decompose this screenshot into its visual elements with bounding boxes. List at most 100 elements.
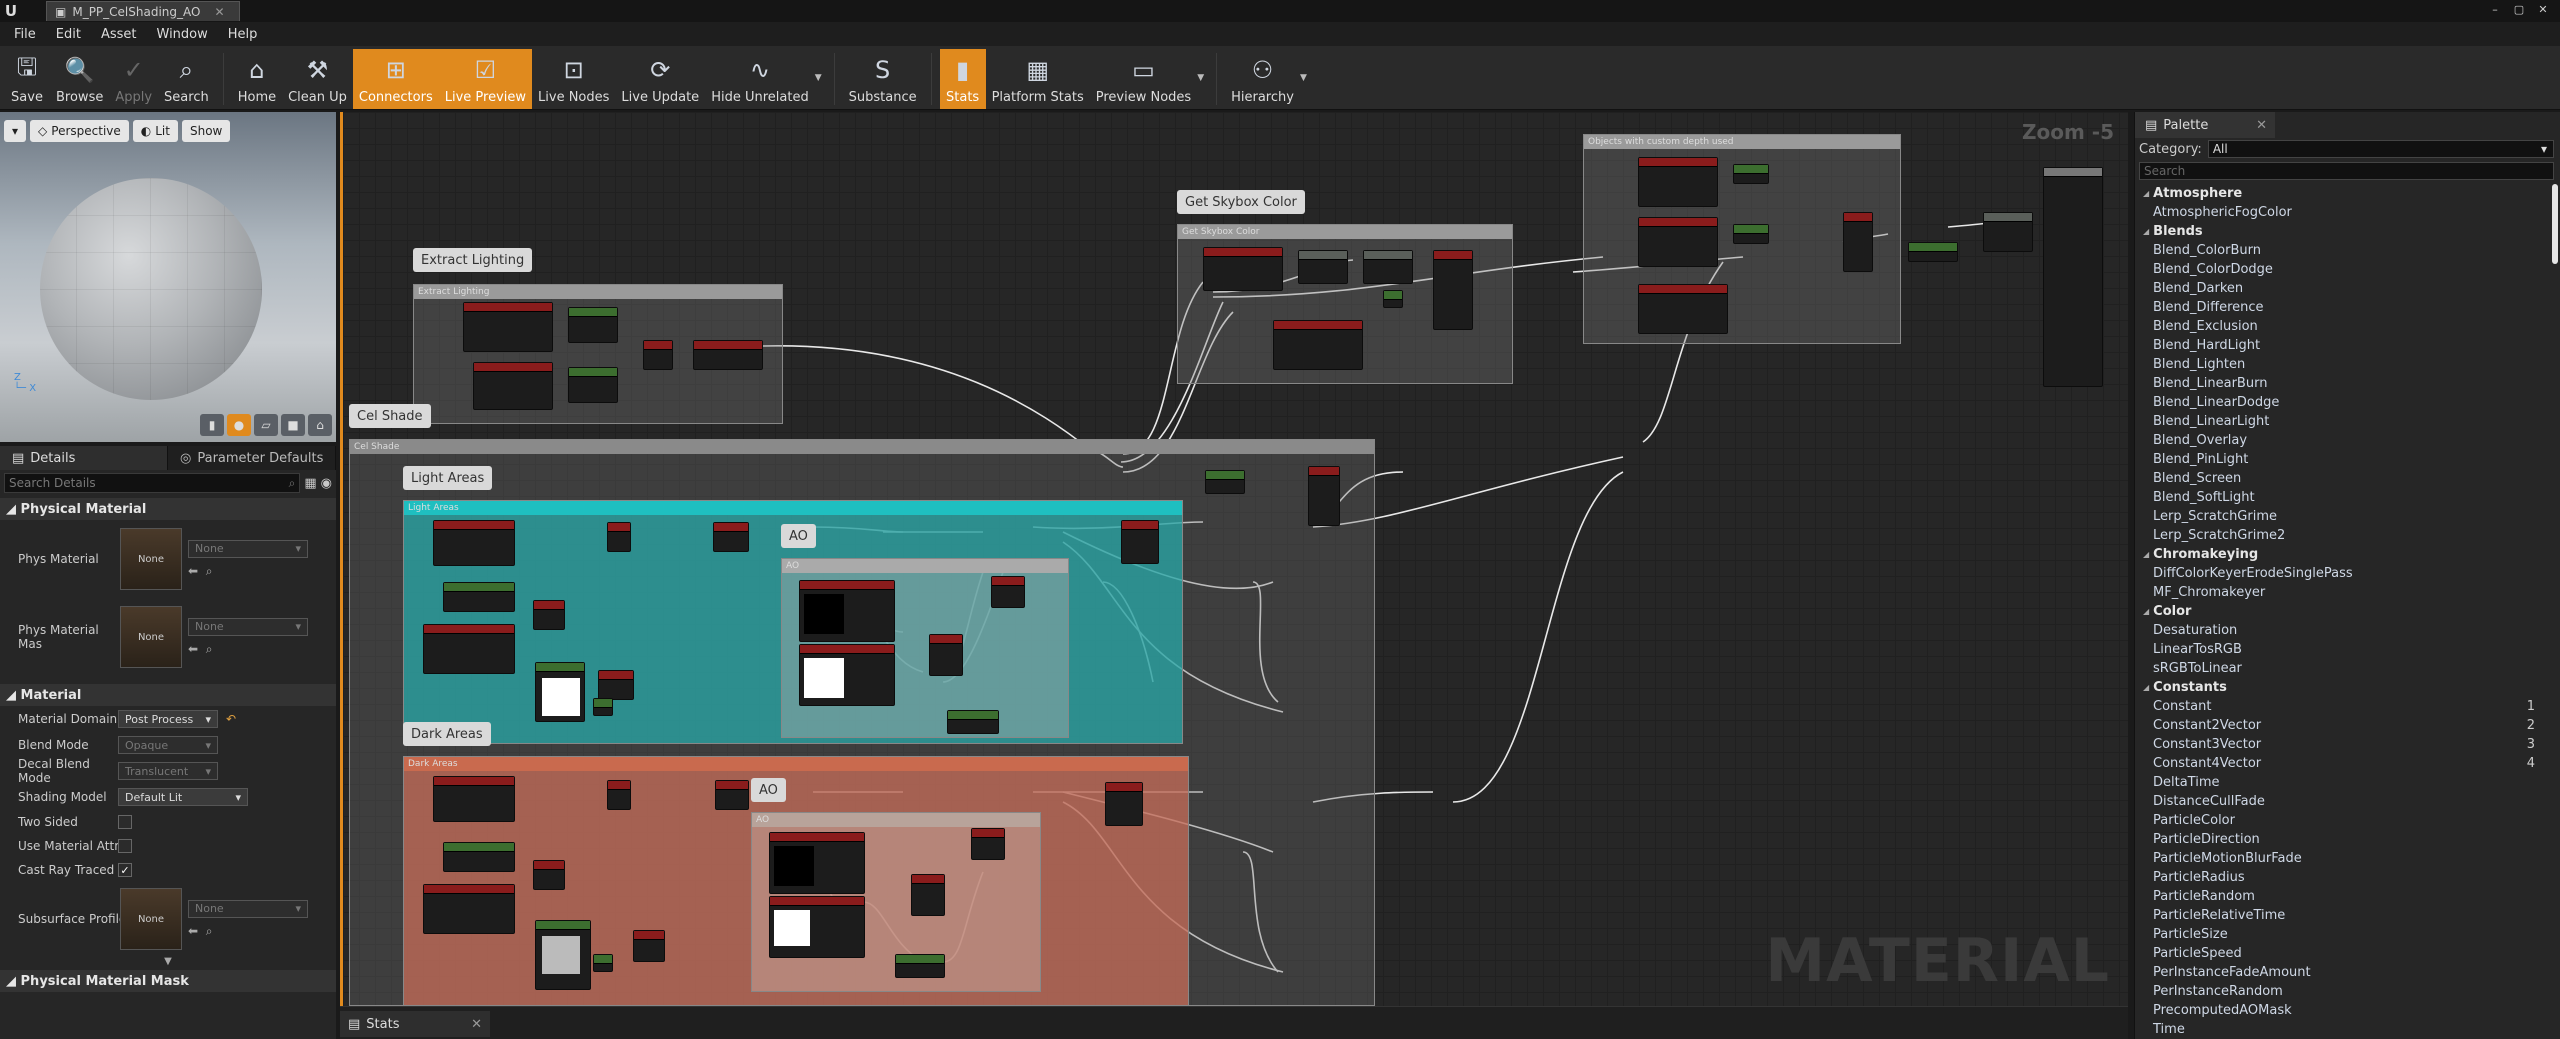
palette-item[interactable]: MF_Chromakeyer bbox=[2135, 583, 2545, 602]
material-node[interactable] bbox=[433, 776, 515, 822]
palette-category[interactable]: Blends bbox=[2135, 222, 2545, 241]
palette-category[interactable]: Constants bbox=[2135, 678, 2545, 697]
browse-icon[interactable]: ⌕ bbox=[206, 924, 213, 938]
material-node[interactable] bbox=[1638, 157, 1718, 207]
grid-view-icon[interactable]: ▦ bbox=[304, 476, 316, 491]
preview-nodes-dropdown-icon[interactable]: ▼ bbox=[1197, 73, 1204, 83]
cylinder-preview-icon[interactable]: ▮ bbox=[200, 414, 224, 436]
browse-icon[interactable]: ⌕ bbox=[206, 642, 213, 656]
material-node[interactable] bbox=[1908, 242, 1958, 262]
phys-material-mask-dropdown[interactable]: None ▾ bbox=[188, 617, 308, 636]
palette-item[interactable]: Blend_Darken bbox=[2135, 279, 2545, 298]
palette-category[interactable]: Color bbox=[2135, 602, 2545, 621]
palette-item[interactable]: Blend_Exclusion bbox=[2135, 317, 2545, 336]
material-node[interactable] bbox=[799, 580, 895, 642]
material-node[interactable] bbox=[1205, 470, 1245, 494]
material-node[interactable] bbox=[568, 307, 618, 343]
palette-item[interactable]: AtmosphericFogColor bbox=[2135, 203, 2545, 222]
hide-unrelated-dropdown-icon[interactable]: ▼ bbox=[815, 73, 822, 83]
tab-details[interactable]: ▤ Details bbox=[0, 446, 168, 470]
palette-list[interactable]: Atmosphere AtmosphericFogColor Blends Blend… bbox=[2135, 184, 2545, 1039]
material-node[interactable] bbox=[1105, 782, 1143, 826]
palette-item[interactable]: Constant 1 bbox=[2135, 697, 2545, 716]
palette-item[interactable]: DiffColorKeyerErodeSinglePass bbox=[2135, 564, 2545, 583]
live-update-button[interactable]: ⟳ Live Update bbox=[615, 49, 705, 109]
section-physical-material-mask[interactable]: ◢ Physical Material Mask bbox=[0, 970, 336, 992]
material-node[interactable] bbox=[533, 860, 565, 890]
material-node[interactable] bbox=[535, 920, 591, 990]
material-node[interactable] bbox=[473, 362, 553, 410]
subsurface-profile-thumbnail[interactable]: None bbox=[120, 888, 182, 950]
material-node[interactable] bbox=[443, 582, 515, 612]
palette-item[interactable]: ParticleDirection bbox=[2135, 830, 2545, 849]
palette-item[interactable]: Blend_Difference bbox=[2135, 298, 2545, 317]
use-material-attributes-checkbox[interactable] bbox=[118, 839, 132, 853]
palette-item[interactable]: Blend_ColorDodge bbox=[2135, 260, 2545, 279]
material-graph[interactable]: Zoom -5 Extract Lighting Extract Lightin… bbox=[340, 112, 2128, 1006]
reset-icon[interactable]: ↶ bbox=[226, 712, 236, 726]
material-node[interactable] bbox=[693, 340, 763, 370]
viewport-options-button[interactable]: ▾ bbox=[4, 120, 27, 142]
palette-item[interactable]: sRGBToLinear bbox=[2135, 659, 2545, 678]
palette-category[interactable]: Atmosphere bbox=[2135, 184, 2545, 203]
material-node[interactable] bbox=[895, 954, 945, 978]
section-physical-material[interactable]: ◢ Physical Material bbox=[0, 498, 336, 520]
home-button[interactable]: ⌂ Home bbox=[232, 49, 282, 109]
apply-button[interactable]: ✓ Apply bbox=[109, 49, 158, 109]
material-node[interactable] bbox=[1383, 290, 1403, 308]
hide-unrelated-button[interactable]: ∿ Hide Unrelated bbox=[705, 49, 815, 109]
material-node[interactable] bbox=[911, 874, 945, 916]
material-node[interactable] bbox=[423, 884, 515, 934]
plane-preview-icon[interactable]: ▱ bbox=[254, 414, 278, 436]
material-node[interactable] bbox=[643, 340, 673, 370]
material-node[interactable] bbox=[715, 780, 749, 810]
cel-shade-bubble[interactable]: Cel Shade bbox=[349, 404, 431, 428]
platform-stats-button[interactable]: ▦ Platform Stats bbox=[986, 49, 1090, 109]
material-node[interactable] bbox=[1983, 212, 2033, 252]
palette-item[interactable]: Blend_LinearLight bbox=[2135, 412, 2545, 431]
material-node[interactable] bbox=[769, 896, 865, 958]
palette-item[interactable]: ParticleMotionBlurFade bbox=[2135, 849, 2545, 868]
material-node[interactable] bbox=[1273, 320, 1363, 370]
palette-item[interactable]: Blend_LinearDodge bbox=[2135, 393, 2545, 412]
tab-stats[interactable]: ▤ Stats ✕ bbox=[340, 1011, 490, 1037]
palette-item[interactable]: PerInstanceRandom bbox=[2135, 982, 2545, 1001]
palette-item[interactable]: Lerp_ScratchGrime2 bbox=[2135, 526, 2545, 545]
material-node[interactable] bbox=[991, 576, 1025, 608]
browse-button[interactable]: 🔍 Browse bbox=[50, 49, 109, 109]
sphere-preview-icon[interactable]: ● bbox=[227, 414, 251, 436]
palette-item[interactable]: PerInstanceFadeAmount bbox=[2135, 963, 2545, 982]
cleanup-button[interactable]: ⚒ Clean Up bbox=[282, 49, 353, 109]
palette-item[interactable]: ParticleRandom bbox=[2135, 887, 2545, 906]
palette-category[interactable]: Chromakeying bbox=[2135, 545, 2545, 564]
menu-help[interactable]: Help bbox=[220, 27, 266, 42]
material-node[interactable] bbox=[1308, 466, 1340, 526]
material-domain-dropdown[interactable]: Post Process ▾ bbox=[118, 710, 218, 728]
material-node[interactable] bbox=[799, 644, 895, 706]
material-node[interactable] bbox=[769, 832, 865, 894]
save-button[interactable]: 🖫 Save bbox=[4, 49, 50, 109]
search-details-input[interactable]: Search Details ⌕ bbox=[4, 473, 301, 493]
show-button[interactable]: Show bbox=[181, 120, 231, 142]
live-preview-button[interactable]: ☑ Live Preview bbox=[438, 49, 533, 109]
phys-material-dropdown[interactable]: None ▾ bbox=[188, 539, 308, 558]
perspective-button[interactable]: ◇ Perspective bbox=[30, 120, 129, 142]
palette-search-input[interactable]: Search bbox=[2139, 162, 2554, 180]
decal-blend-mode-dropdown[interactable]: Translucent ▾ bbox=[118, 762, 218, 780]
palette-item[interactable]: LinearTosRGB bbox=[2135, 640, 2545, 659]
material-node[interactable] bbox=[593, 954, 613, 972]
menu-asset[interactable]: Asset bbox=[93, 27, 145, 42]
eye-icon[interactable]: ◉ bbox=[321, 476, 332, 491]
tab-palette[interactable]: ▤ Palette ✕ bbox=[2135, 112, 2275, 138]
material-node[interactable] bbox=[593, 698, 613, 716]
cube-preview-icon[interactable]: ■ bbox=[281, 414, 305, 436]
phys-material-mask-thumbnail[interactable]: None bbox=[120, 606, 182, 668]
material-node[interactable] bbox=[1733, 164, 1769, 184]
material-node[interactable] bbox=[535, 662, 585, 722]
close-tab-icon[interactable]: ✕ bbox=[214, 5, 224, 19]
category-dropdown[interactable]: All ▾ bbox=[2207, 140, 2554, 158]
material-node[interactable] bbox=[433, 520, 515, 566]
material-node[interactable] bbox=[598, 670, 634, 700]
light-areas-bubble[interactable]: Light Areas bbox=[403, 466, 493, 490]
menu-file[interactable]: File bbox=[6, 27, 44, 42]
